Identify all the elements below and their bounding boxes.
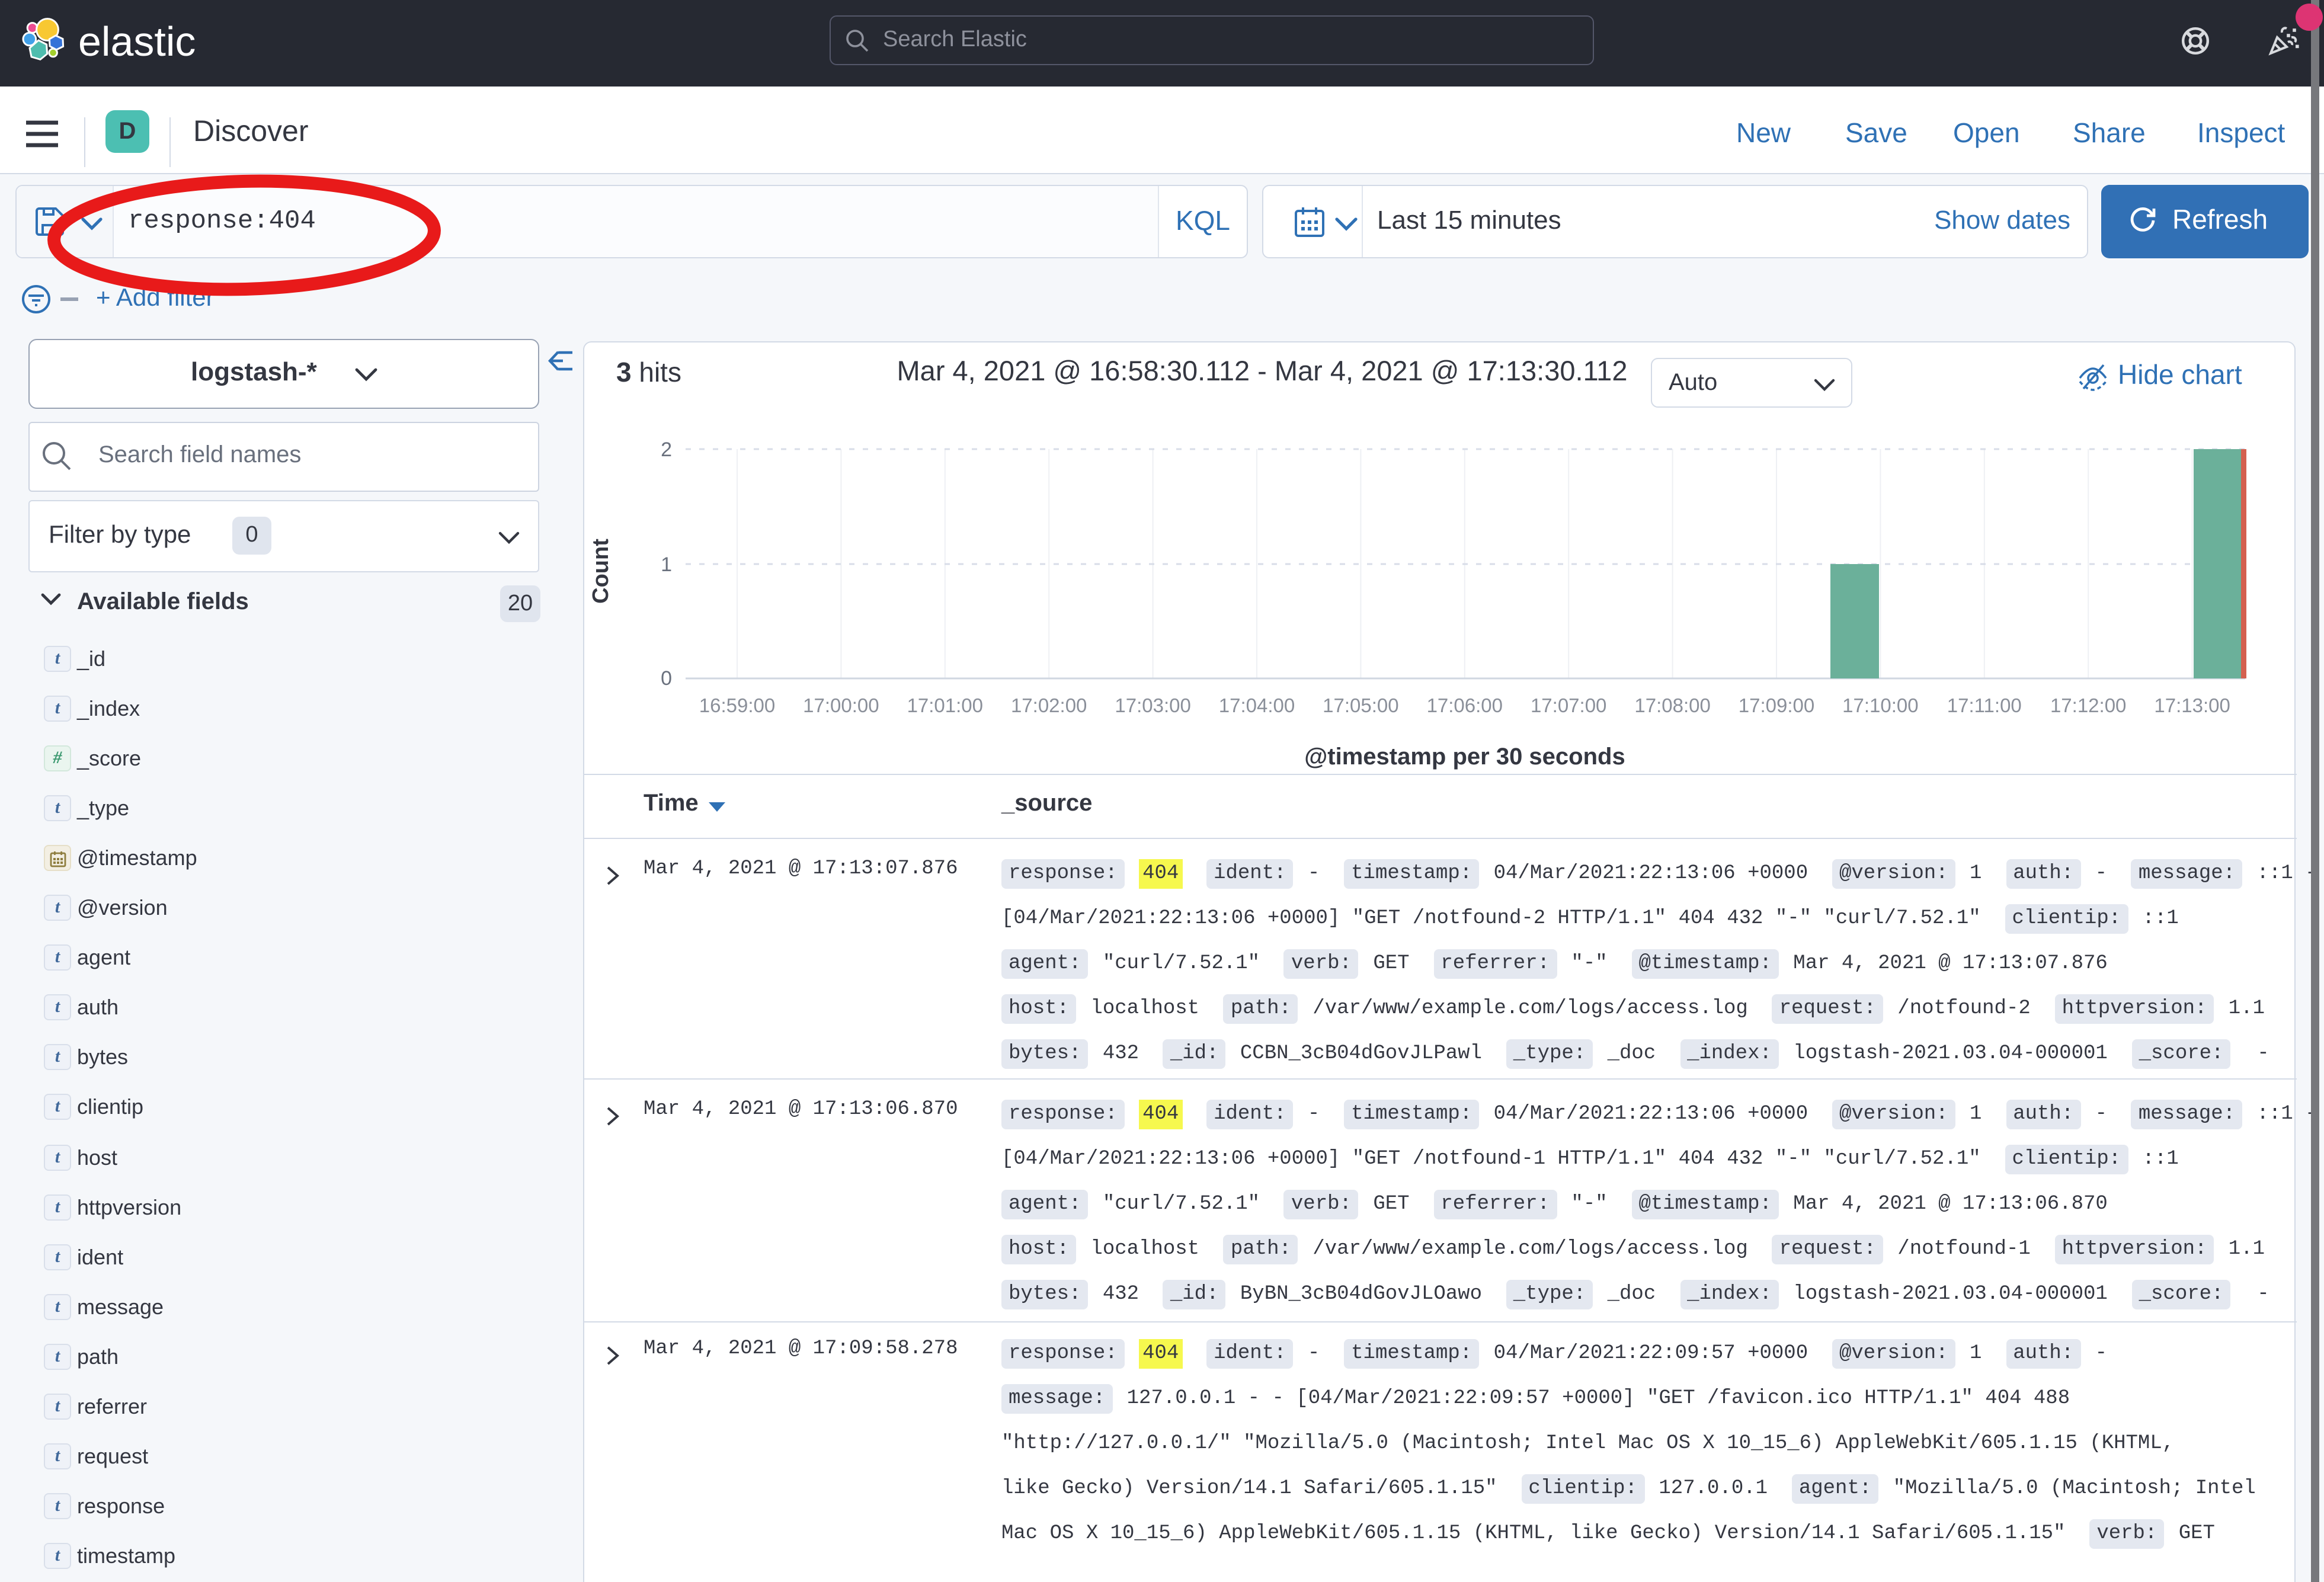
svg-text:17:07:00: 17:07:00 <box>1531 694 1606 716</box>
svg-text:1: 1 <box>661 553 672 576</box>
svg-text:17:09:00: 17:09:00 <box>1739 694 1814 716</box>
svg-text:17:10:00: 17:10:00 <box>1842 694 1918 716</box>
svg-text:0: 0 <box>661 667 672 690</box>
svg-text:Count: Count <box>588 539 613 604</box>
svg-text:2: 2 <box>661 438 672 461</box>
svg-text:17:05:00: 17:05:00 <box>1323 694 1398 716</box>
svg-text:17:04:00: 17:04:00 <box>1219 694 1295 716</box>
svg-text:17:00:00: 17:00:00 <box>803 694 879 716</box>
svg-text:17:01:00: 17:01:00 <box>907 694 983 716</box>
svg-text:17:13:00: 17:13:00 <box>2154 694 2230 716</box>
svg-text:17:12:00: 17:12:00 <box>2050 694 2126 716</box>
svg-text:17:02:00: 17:02:00 <box>1011 694 1087 716</box>
svg-text:17:08:00: 17:08:00 <box>1634 694 1710 716</box>
svg-text:17:06:00: 17:06:00 <box>1427 694 1503 716</box>
svg-text:16:59:00: 16:59:00 <box>699 694 775 716</box>
svg-text:17:11:00: 17:11:00 <box>1947 694 2022 716</box>
svg-text:17:03:00: 17:03:00 <box>1115 694 1190 716</box>
